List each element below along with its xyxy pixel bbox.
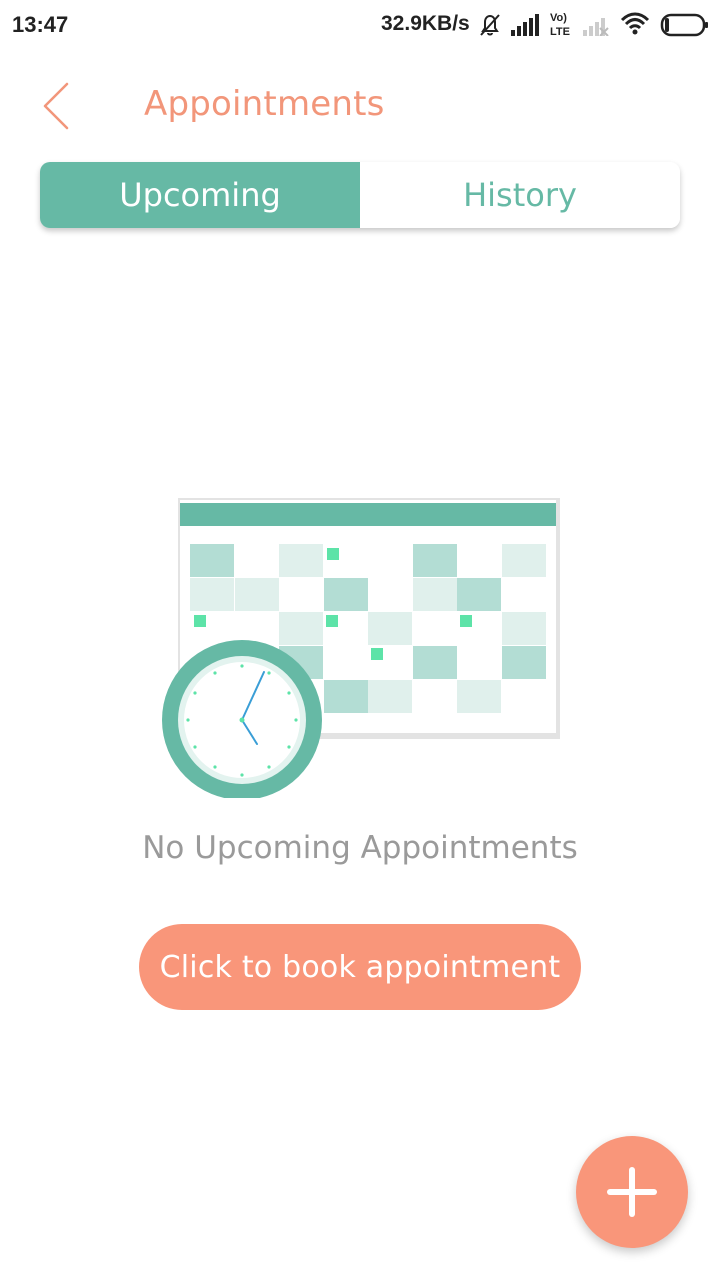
- book-appointment-button[interactable]: Click to book appointment: [139, 924, 581, 1010]
- battery-icon: [660, 13, 708, 37]
- add-appointment-button[interactable]: [576, 1136, 688, 1248]
- network-speed: 32.9KB/s: [381, 12, 470, 35]
- volte-top-text: Vo): [550, 12, 567, 24]
- calendar-clock-illustration: [162, 498, 560, 798]
- appointments-screen: 13:47 32.9KB/s Vo) LTE Appointments Upco…: [0, 0, 720, 1280]
- tab-upcoming[interactable]: Upcoming: [40, 162, 360, 228]
- empty-state-message: No Upcoming Appointments: [142, 830, 578, 866]
- volte-bottom-text: LTE: [550, 26, 570, 38]
- wifi-icon: [620, 12, 650, 35]
- chevron-left-icon: [43, 82, 69, 130]
- mute-bell-icon: [480, 14, 500, 36]
- plus-icon: [607, 1167, 657, 1217]
- back-button[interactable]: [30, 78, 86, 134]
- page-title: Appointments: [144, 84, 385, 124]
- status-bar: 13:47 32.9KB/s Vo) LTE: [0, 0, 720, 50]
- signal-icon: [511, 14, 539, 36]
- status-time: 13:47: [12, 12, 69, 37]
- volte-icon: Vo) LTE: [550, 12, 570, 38]
- signal-weak-icon: [583, 18, 609, 36]
- tab-history[interactable]: History: [360, 162, 680, 228]
- appointment-tabs: Upcoming History: [40, 162, 680, 228]
